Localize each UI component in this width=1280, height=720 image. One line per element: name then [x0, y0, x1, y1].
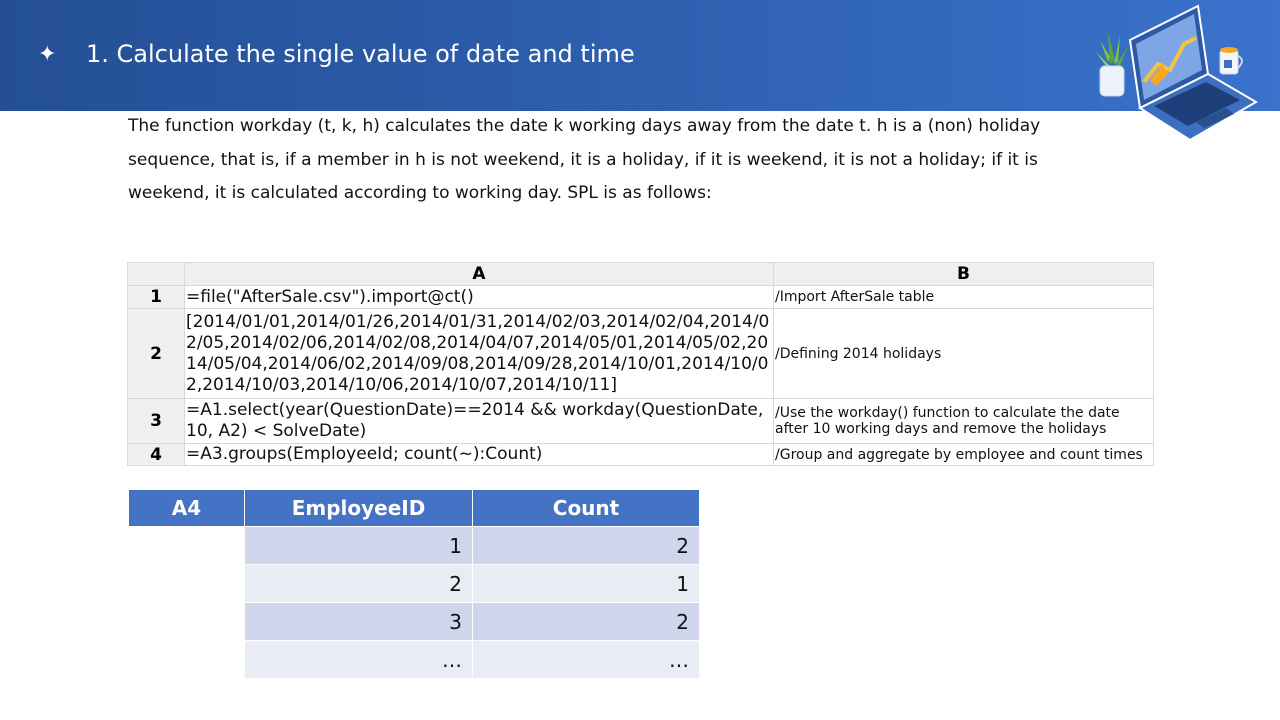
comment-cell[interactable]: /Import AfterSale table — [773, 285, 1154, 309]
plant-icon — [1096, 32, 1128, 97]
result-table: A4 EmployeeID Count 1 2 2 1 3 2 … … — [128, 489, 700, 679]
laptop-illustration — [1096, 4, 1258, 142]
employee-id-cell: 1 — [244, 526, 473, 565]
comment-cell[interactable]: /Defining 2014 holidays — [773, 308, 1154, 399]
table-row: 3 2 — [128, 602, 700, 641]
result-header-a4: A4 — [128, 489, 245, 527]
code-cell[interactable]: =file("AfterSale.csv").import@ct() — [184, 285, 774, 309]
coffee-mug-icon — [1219, 47, 1243, 75]
row-number[interactable]: 4 — [127, 443, 185, 466]
column-header-b[interactable]: B — [773, 262, 1154, 286]
column-header-a[interactable]: A — [184, 262, 774, 286]
result-header-employee-id: EmployeeID — [244, 489, 473, 527]
intro-paragraph: The function workday (t, k, h) calculate… — [128, 116, 1041, 203]
code-cell[interactable]: [2014/01/01,2014/01/26,2014/01/31,2014/0… — [184, 308, 774, 399]
code-cell[interactable]: =A1.select(year(QuestionDate)==2014 && w… — [184, 398, 774, 444]
employee-id-cell: 3 — [244, 602, 473, 641]
empty-cell — [128, 564, 245, 603]
spl-row: 2 [2014/01/01,2014/01/26,2014/01/31,2014… — [127, 308, 1154, 399]
count-cell: 1 — [472, 564, 700, 603]
empty-cell — [128, 526, 245, 565]
comment-cell[interactable]: /Group and aggregate by employee and cou… — [773, 443, 1154, 466]
count-cell: 2 — [472, 602, 700, 641]
employee-id-cell: 2 — [244, 564, 473, 603]
count-cell: 2 — [472, 526, 700, 565]
spl-grid: A B 1 =file("AfterSale.csv").import@ct()… — [127, 262, 1154, 466]
count-cell: … — [472, 640, 700, 679]
spl-row: 4 =A3.groups(EmployeeId; count(~):Count)… — [127, 443, 1154, 466]
empty-cell — [128, 640, 245, 679]
corner-cell — [127, 262, 185, 286]
row-number[interactable]: 2 — [127, 308, 185, 399]
table-row: 1 2 — [128, 526, 700, 565]
employee-id-cell: … — [244, 640, 473, 679]
spl-row: 3 =A1.select(year(QuestionDate)==2014 &&… — [127, 398, 1154, 444]
result-header-row: A4 EmployeeID Count — [128, 489, 700, 527]
empty-cell — [128, 602, 245, 641]
spl-header-row: A B — [127, 262, 1154, 286]
table-row: 2 1 — [128, 564, 700, 603]
row-number[interactable]: 1 — [127, 285, 185, 309]
sparkle-icon: ✦ — [38, 42, 57, 67]
code-cell[interactable]: =A3.groups(EmployeeId; count(~):Count) — [184, 443, 774, 466]
table-row: … … — [128, 640, 700, 679]
slide-title: 1. Calculate the single value of date an… — [86, 40, 635, 68]
result-header-count: Count — [472, 489, 700, 527]
spl-row: 1 =file("AfterSale.csv").import@ct() /Im… — [127, 285, 1154, 309]
row-number[interactable]: 3 — [127, 398, 185, 444]
comment-cell[interactable]: /Use the workday() function to calculate… — [773, 398, 1154, 444]
